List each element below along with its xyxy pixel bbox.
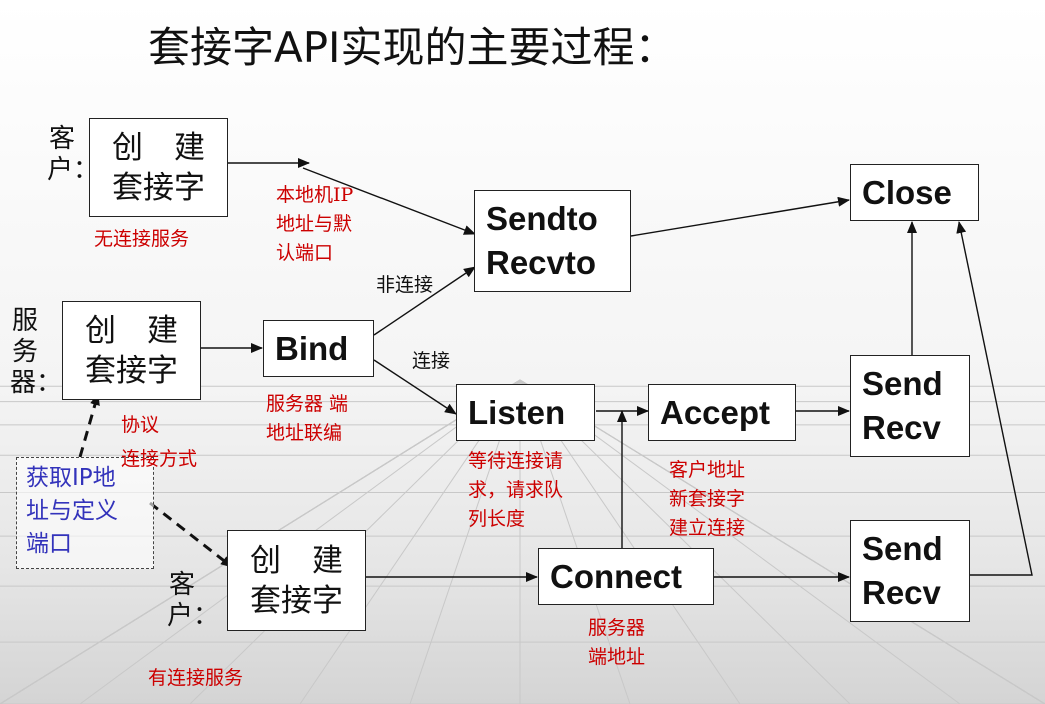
arrow-sendto-to-close xyxy=(630,196,850,237)
box-line: 套接字 xyxy=(85,352,178,389)
sendto-recvto-box[interactable]: Sendto Recvto xyxy=(474,190,631,292)
note-line: 地址与默 xyxy=(276,213,353,235)
page-title: 套接字API实现的主要过程： xyxy=(148,23,677,72)
role-label-client-bottom: 客户： xyxy=(167,570,220,631)
note-local-ip: 本地机IP 地址与默 认端口 xyxy=(276,181,353,268)
note-line: 认端口 xyxy=(276,242,334,264)
note-line: 客户地址 xyxy=(669,459,746,481)
listen-box[interactable]: Listen xyxy=(456,384,595,441)
box-line: 创 建 xyxy=(250,542,343,579)
note-line: 服务器 端 xyxy=(266,393,349,415)
note-listen: 等待连接请 求，请求队 列长度 xyxy=(468,447,563,534)
box-line: 套接字 xyxy=(112,169,205,206)
edge-label-connection: 连接 xyxy=(412,350,451,372)
box-line: Send xyxy=(862,530,943,567)
note-line: 列长度 xyxy=(468,508,526,530)
connect-box[interactable]: Connect xyxy=(538,548,714,605)
send-recv-lower-box[interactable]: Send Recv xyxy=(850,520,970,622)
note-line: 协议 xyxy=(121,414,160,436)
note-line: 建立连接 xyxy=(669,517,746,539)
dashed-arrow-ip-to-server xyxy=(78,393,100,458)
box-line: Sendto xyxy=(486,200,598,237)
box-line: Recvto xyxy=(486,244,597,281)
box-line: Send xyxy=(862,365,943,402)
create-socket-client-top[interactable]: 创 建 套接字 xyxy=(89,118,228,217)
note-connection-service: 有连接服务 xyxy=(148,667,244,689)
accept-box[interactable]: Accept xyxy=(648,384,796,441)
box-line: 套接字 xyxy=(250,582,343,619)
note-line: 端地址 xyxy=(588,646,646,668)
bind-box[interactable]: Bind xyxy=(263,320,374,377)
note-protocol: 协议 连接方式 xyxy=(121,408,197,476)
role-label-server: 服务器： xyxy=(10,306,63,398)
note-connect: 服务器 端地址 xyxy=(588,614,645,672)
box-line: 创 建 xyxy=(85,312,178,349)
note-line: 服务器 xyxy=(588,617,646,639)
create-socket-client-bottom[interactable]: 创 建 套接字 xyxy=(227,530,366,631)
ip-line: 端口 xyxy=(26,531,72,557)
note-line: 本地机IP xyxy=(276,184,354,206)
box-line: Recv xyxy=(862,409,941,446)
close-box[interactable]: Close xyxy=(850,164,979,221)
dashed-arrow-ip-to-client xyxy=(149,501,233,569)
box-line: 创 建 xyxy=(112,129,205,166)
note-accept: 客户地址 新套接字 建立连接 xyxy=(669,456,745,543)
edge-label-connectionless: 非连接 xyxy=(376,274,434,296)
note-line: 求，请求队 xyxy=(468,479,564,501)
send-recv-upper-box[interactable]: Send Recv xyxy=(850,355,970,457)
note-connectionless-service: 无连接服务 xyxy=(94,228,190,250)
ip-line: 址与定义 xyxy=(26,498,118,524)
role-label-client-top: 客户： xyxy=(47,124,100,185)
box-line: Recv xyxy=(862,574,941,611)
note-bind: 服务器 端 地址联编 xyxy=(266,390,348,448)
note-line: 连接方式 xyxy=(121,448,198,470)
note-line: 等待连接请 xyxy=(468,450,564,472)
note-line: 新套接字 xyxy=(669,488,746,510)
create-socket-server[interactable]: 创 建 套接字 xyxy=(62,301,201,400)
note-line: 地址联编 xyxy=(266,422,343,444)
